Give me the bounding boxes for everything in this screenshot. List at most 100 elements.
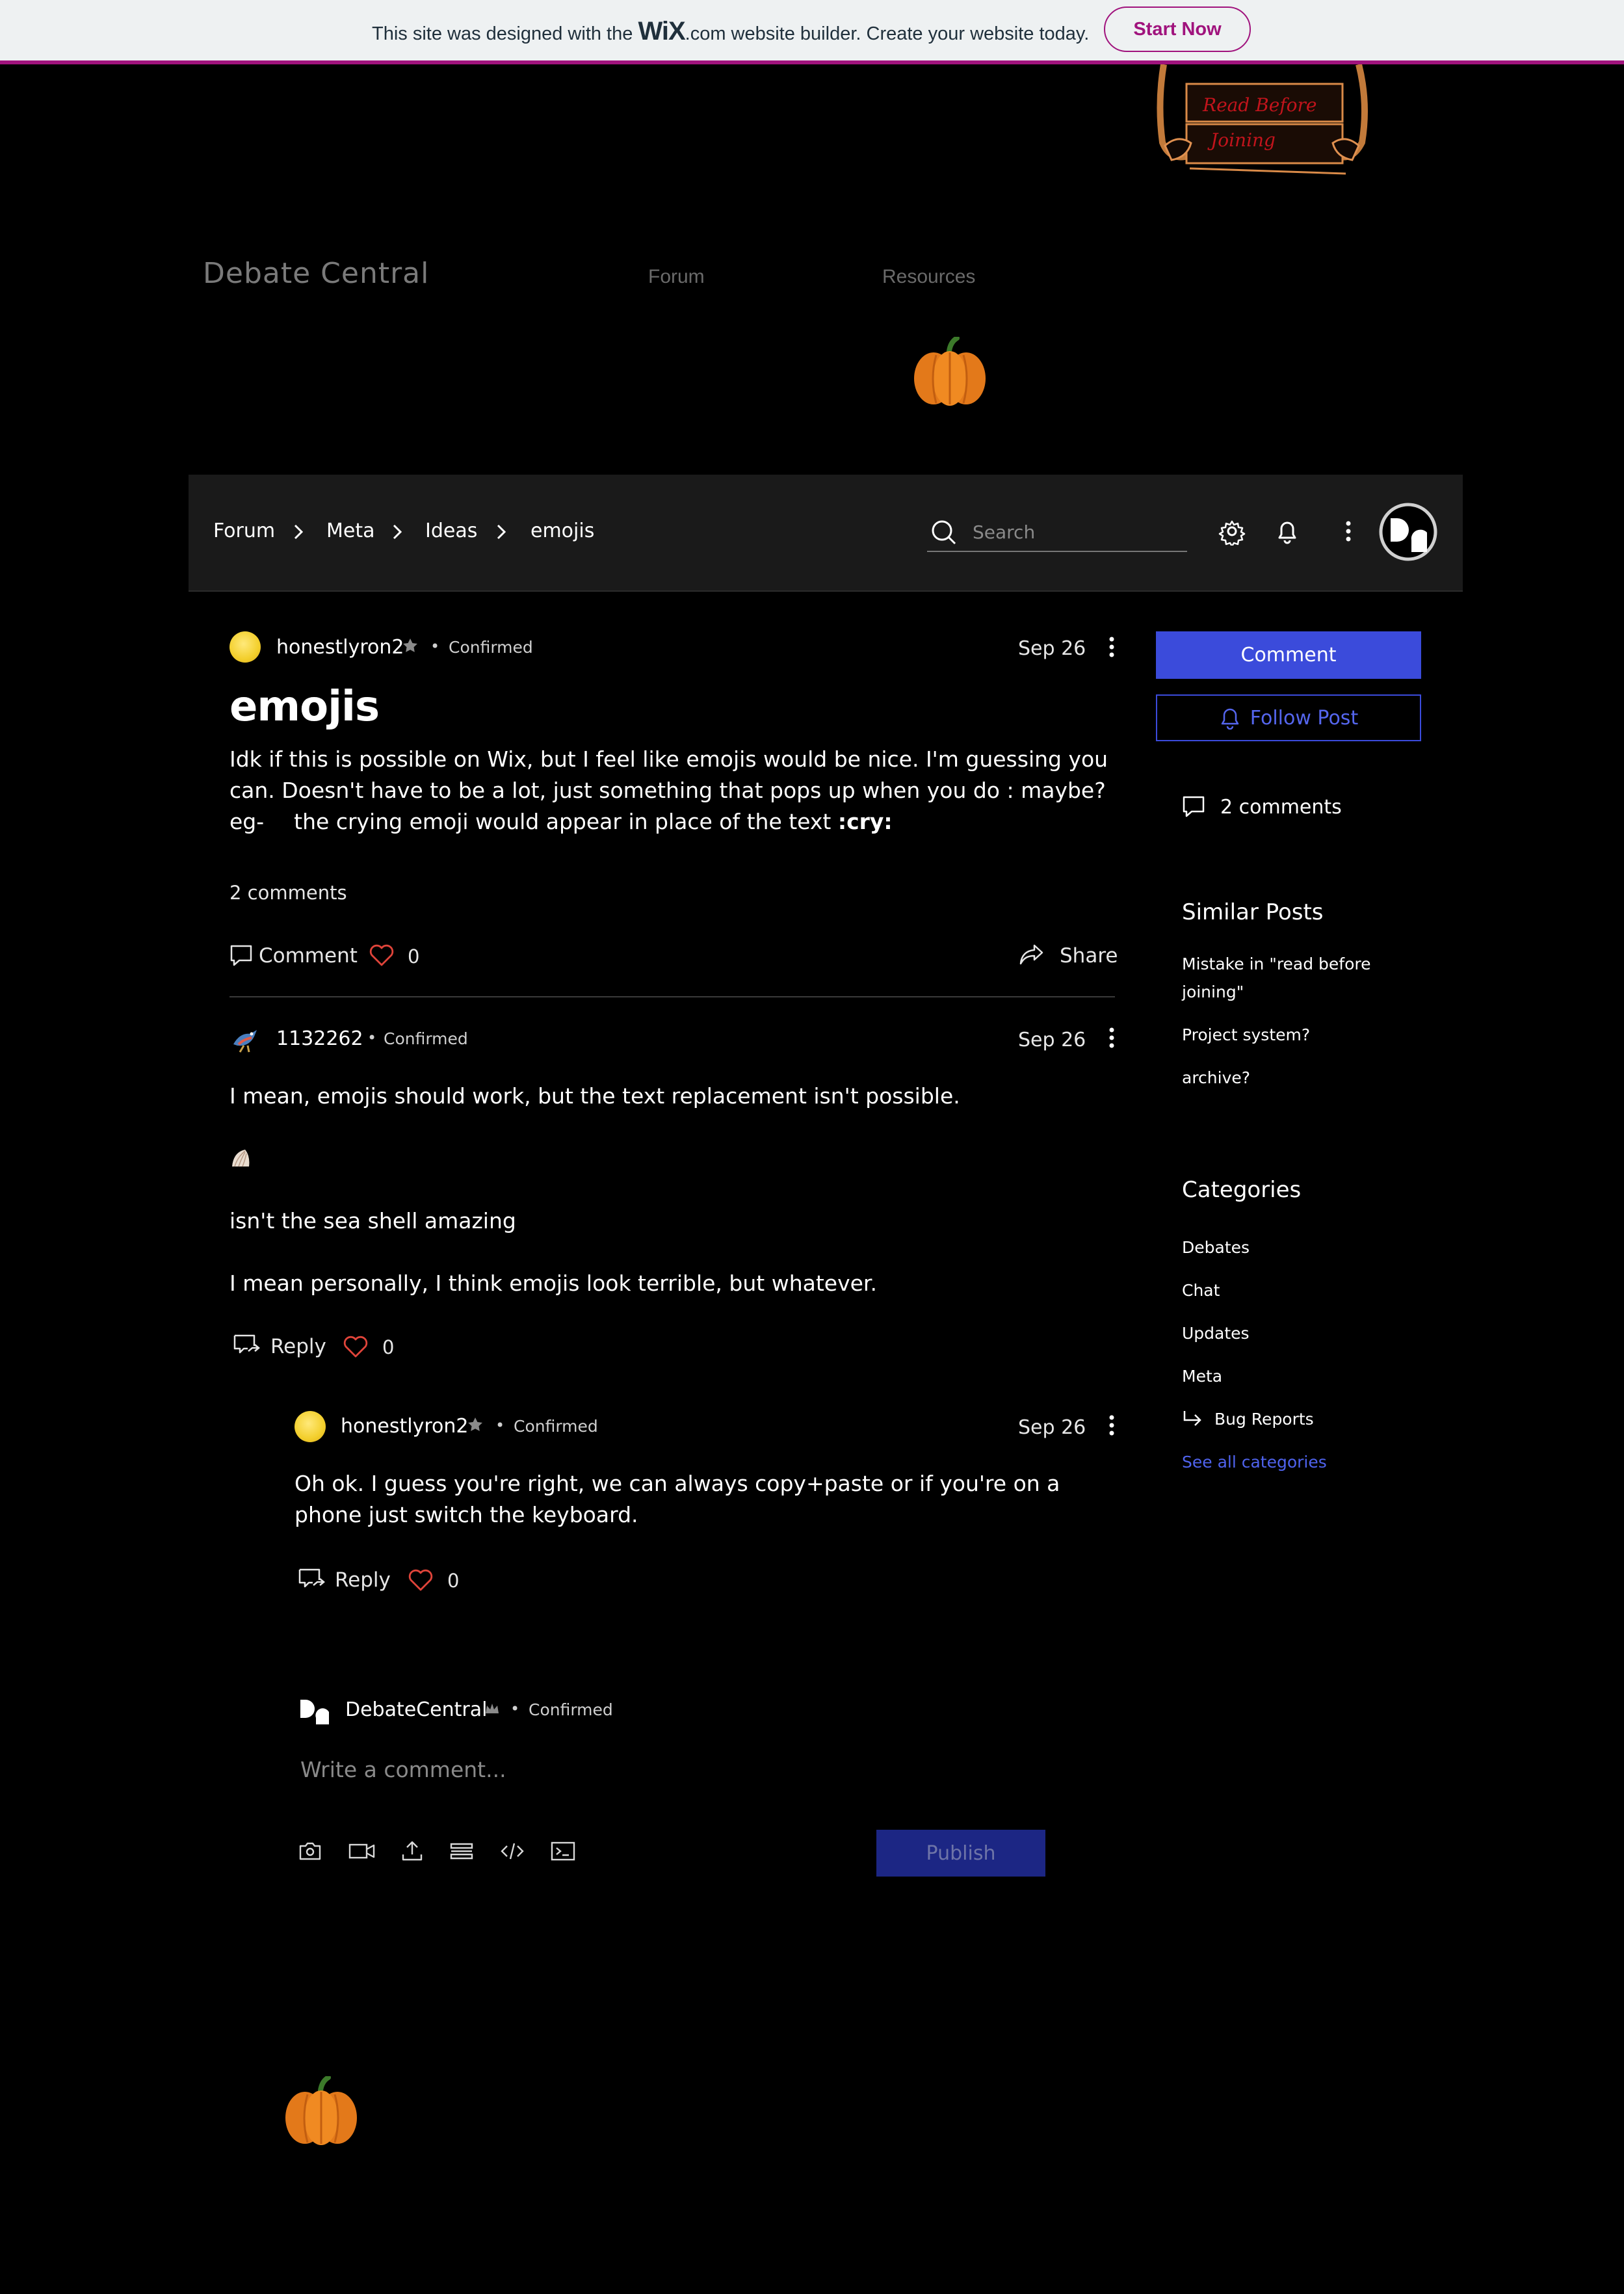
reply-body-line: Oh ok. I guess you're right, we can alwa…	[295, 1471, 1060, 1496]
start-now-button[interactable]: Start Now	[1104, 7, 1251, 52]
write-comment-input[interactable]	[299, 1752, 1049, 1786]
search-input[interactable]	[971, 518, 1182, 546]
similar-post-link[interactable]: archive?	[1182, 1064, 1250, 1092]
similar-posts-heading: Similar Posts	[1182, 899, 1324, 925]
notifications-bell-icon[interactable]	[1273, 517, 1302, 546]
category-link-debates[interactable]: Debates	[1182, 1233, 1250, 1261]
post-author-name[interactable]: honestlyron2	[276, 636, 404, 659]
upload-file-icon[interactable]	[399, 1839, 425, 1862]
author-avatar[interactable]	[229, 631, 261, 663]
share-button[interactable]: Share	[1060, 944, 1118, 968]
reply-body-line: phone just switch the keyboard.	[295, 1502, 638, 1527]
post-body-code: :cry:	[837, 809, 893, 834]
separator-dot: •	[495, 1416, 505, 1434]
nav-resources[interactable]: Resources	[882, 266, 975, 288]
chevron-right-icon	[494, 518, 510, 544]
settings-gear-icon[interactable]	[1218, 517, 1246, 546]
category-link-bug-reports[interactable]: Bug Reports	[1214, 1405, 1314, 1433]
comment-paragraph: isn't the sea shell amazing	[229, 1208, 516, 1233]
wix-banner-text-before: This site was designed with the	[372, 23, 633, 44]
confirmed-badge: Confirmed	[529, 1700, 613, 1719]
similar-post-link[interactable]: Mistake in "read before joining"	[1182, 950, 1390, 1006]
share-icon[interactable]	[1019, 943, 1045, 966]
comment-date: Sep 26	[1018, 1029, 1086, 1051]
post-title: emojis	[229, 683, 380, 731]
reply-body: Oh ok. I guess you're right, we can alwa…	[295, 1468, 1060, 1531]
more-options-icon[interactable]	[1337, 517, 1360, 546]
nav-forum[interactable]: Forum	[648, 266, 705, 288]
post-body-line: eg-the crying emoji would appear in plac…	[229, 806, 1127, 837]
seashell-emoji-icon	[229, 1147, 252, 1170]
pumpkin-icon	[911, 337, 988, 407]
composer-author-name: DebateCentral	[345, 1698, 488, 1721]
reply-author-avatar[interactable]	[295, 1411, 326, 1442]
confirmed-badge: Confirmed	[514, 1417, 598, 1436]
chevron-right-icon	[291, 518, 307, 544]
composer-avatar	[299, 1696, 330, 1724]
follow-post-button[interactable]: Follow Post	[1156, 694, 1421, 741]
post-like-count: 0	[408, 945, 420, 968]
confirmed-badge: Confirmed	[384, 1029, 468, 1048]
see-all-categories-link[interactable]: See all categories	[1182, 1448, 1327, 1476]
breadcrumb-ideas[interactable]: Ideas	[425, 520, 477, 542]
comment-paragraph: I mean, emojis should work, but the text…	[229, 1083, 960, 1109]
code-block-icon[interactable]	[550, 1840, 576, 1862]
similar-post-link[interactable]: Project system?	[1182, 1021, 1310, 1049]
breadcrumb-meta[interactable]: Meta	[326, 520, 375, 542]
crown-icon	[484, 1702, 500, 1716]
sidebar-comment-count: 2 comments	[1220, 796, 1342, 819]
reply-author-name[interactable]: honestlyron2	[341, 1415, 468, 1438]
reply-like-count: 0	[447, 1570, 460, 1592]
comment-like-count: 0	[382, 1336, 395, 1358]
comment-bubble-icon	[1182, 795, 1207, 818]
like-heart-icon[interactable]	[342, 1335, 369, 1358]
comment-bubble-icon[interactable]	[229, 943, 253, 967]
confirmed-badge: Confirmed	[449, 638, 533, 657]
publish-button[interactable]: Publish	[876, 1830, 1045, 1877]
comment-author-name[interactable]: 1132262	[276, 1027, 363, 1050]
comment-paragraph: I mean personally, I think emojis look t…	[229, 1271, 877, 1296]
separator-dot: •	[510, 1700, 520, 1718]
user-avatar[interactable]	[1379, 503, 1437, 561]
forum-toolbar	[189, 475, 1463, 592]
reply-icon[interactable]	[298, 1567, 325, 1590]
separator-dot: •	[430, 637, 440, 655]
search-box[interactable]	[927, 516, 1187, 552]
camera-icon[interactable]	[298, 1840, 322, 1862]
post-body-eg: eg-	[229, 809, 265, 834]
separator-dot: •	[367, 1029, 377, 1047]
category-link-chat[interactable]: Chat	[1182, 1276, 1220, 1304]
pumpkin-icon	[283, 2076, 360, 2146]
reply-date: Sep 26	[1018, 1416, 1086, 1439]
html-code-icon[interactable]	[499, 1840, 525, 1862]
sidebar-comment-button[interactable]: Comment	[1156, 631, 1421, 679]
like-heart-icon[interactable]	[407, 1568, 434, 1592]
reply-more-options-icon[interactable]	[1100, 1412, 1123, 1441]
video-icon[interactable]	[348, 1840, 376, 1862]
reply-button[interactable]: Reply	[335, 1568, 391, 1592]
wix-banner-text-after: .com website builder. Create your websit…	[685, 23, 1090, 44]
chevron-right-icon	[390, 518, 406, 544]
category-link-meta[interactable]: Meta	[1182, 1362, 1222, 1390]
divider	[229, 996, 1115, 997]
star-icon	[467, 1416, 484, 1433]
commenter-avatar-bird[interactable]	[229, 1025, 261, 1056]
post-body-last: the crying emoji would appear in place o…	[294, 809, 832, 834]
wix-logo[interactable]: WiX	[638, 17, 685, 46]
reply-icon[interactable]	[233, 1333, 260, 1356]
site-title[interactable]: Debate Central	[203, 257, 429, 290]
breadcrumb-forum[interactable]: Forum	[213, 520, 275, 542]
post-body: Idk if this is possible on Wix, but I fe…	[229, 744, 1127, 837]
post-comment-count[interactable]: 2 comments	[229, 882, 347, 904]
like-heart-icon[interactable]	[368, 943, 395, 967]
post-comment-action[interactable]: Comment	[259, 944, 358, 968]
star-icon	[402, 637, 419, 654]
post-more-options-icon[interactable]	[1100, 634, 1123, 663]
post-body-line: Idk if this is possible on Wix, but I fe…	[229, 746, 1108, 772]
reply-button[interactable]: Reply	[270, 1335, 326, 1358]
divider-insert-icon[interactable]	[449, 1840, 475, 1862]
category-link-updates[interactable]: Updates	[1182, 1319, 1250, 1347]
breadcrumb-current-post[interactable]: emojis	[530, 520, 594, 542]
comment-more-options-icon[interactable]	[1100, 1025, 1123, 1053]
read-before-joining-sign-image[interactable]: Read Before Joining	[1151, 64, 1377, 180]
